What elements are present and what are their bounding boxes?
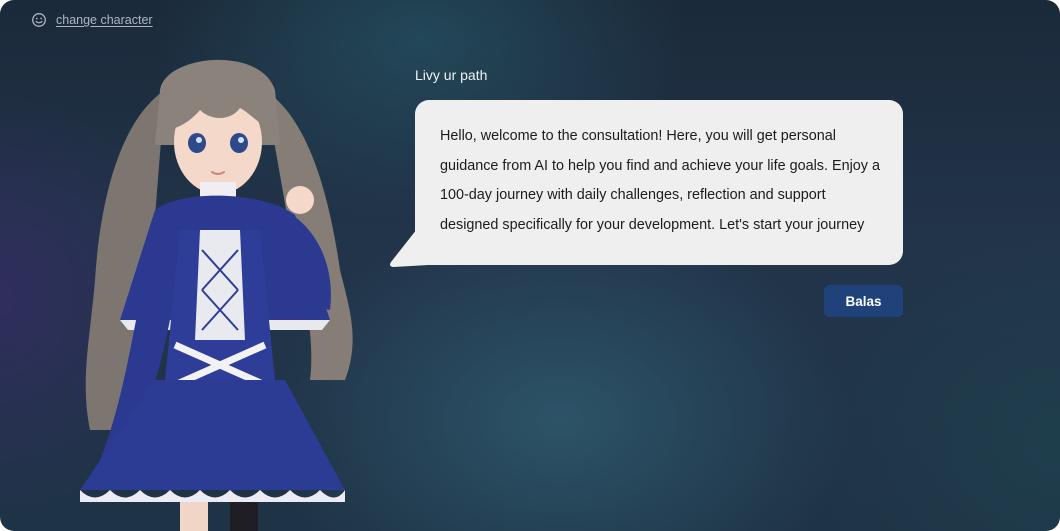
consultation-screen: change character Livy ur path Hello, wel… [0,0,1060,531]
message-bubble: Hello, welcome to the consultation! Here… [415,100,903,265]
top-bar: change character [31,12,153,28]
speaker-name: Livy ur path [415,67,488,83]
reply-button[interactable]: Balas [824,285,903,317]
change-character-link[interactable]: change character [56,13,153,27]
character-illustration [80,59,353,531]
smile-icon[interactable] [31,12,47,28]
message-text: Hello, welcome to the consultation! Here… [440,128,880,233]
